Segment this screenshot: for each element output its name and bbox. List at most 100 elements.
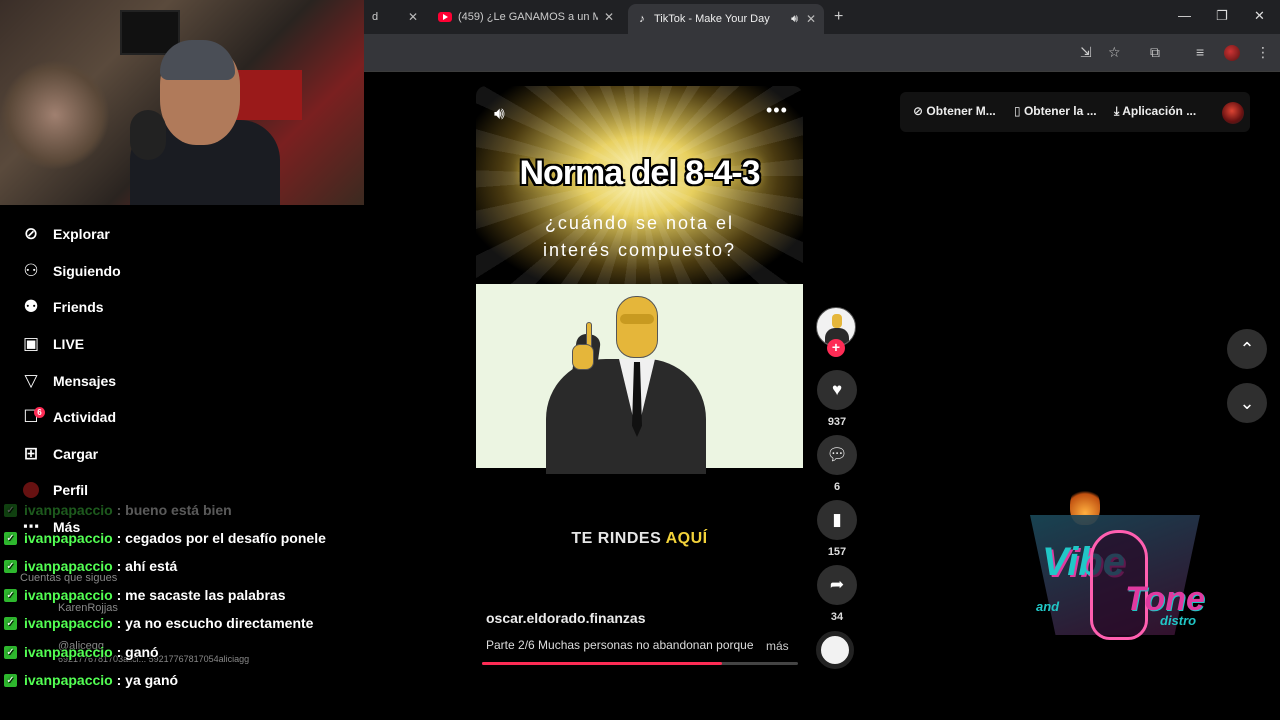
sidebar-item-live[interactable]: ▣ LIVE [20,329,84,359]
check-icon: ✓ [4,503,17,517]
tab-tiktok[interactable]: ♪ TikTok - Make Your Day 🔊︎ ✕ [628,4,824,34]
install-icon[interactable]: ⇲ [1080,44,1092,61]
tab-close-icon[interactable]: ✕ [408,10,418,24]
sidebar-item-label: Actividad [53,409,117,425]
tab-close-icon[interactable]: ✕ [604,10,614,24]
chat-message: ✓ ivanpapaccio : cegados por el desafío … [4,527,326,549]
stream-logo: Vibe Tone and distro [1030,485,1210,670]
sidebar-item-label: Cargar [53,446,99,462]
get-app-button[interactable]: ▯ Obtener la ... [1014,104,1097,118]
video-player[interactable]: 🔊︎ ••• Norma del 8-4-3 ¿cuándo se nota e… [476,86,803,668]
sidebar-item-cargar[interactable]: ⊞ Cargar [20,439,98,469]
music-disc-icon[interactable] [816,631,854,669]
bookmark-star-icon[interactable]: ☆ [1108,44,1121,61]
following-icon: ⚇ [23,261,39,280]
check-icon: ✓ [4,588,17,602]
media-control-icon[interactable]: ≡ [1196,44,1204,60]
button-label: Obtener M... [926,104,996,118]
user-avatar[interactable] [1222,102,1244,124]
profile-avatar [20,479,42,501]
chat-text: cegados por el desafío ponele [125,530,326,546]
comment-count: 6 [833,481,841,493]
chat-text: ya no escucho directamente [125,615,314,631]
tab-title: TikTok - Make Your Day [654,13,770,25]
chat-username: ivanpapaccio [24,530,113,546]
get-coins-button[interactable]: ⊘ Obtener M... [913,104,996,118]
chat-text: me sacaste las palabras [125,587,286,603]
notification-badge: 6 [34,407,45,418]
check-icon: ✓ [4,645,17,659]
sidebar-item-label: Perfil [53,482,89,498]
chat-message: ✓ ivanpapaccio : ganó [4,641,159,663]
video-subtitle: ¿cuándo se nota el interés compuesto? [476,210,803,264]
sidebar-item-siguiendo[interactable]: ⚇ Siguiendo [20,256,120,286]
chat-message: ✓ ivanpapaccio : bueno está bien [4,499,232,521]
description-more-link[interactable]: más [766,639,789,653]
next-video-button[interactable]: ⌄ [1227,383,1267,423]
video-progress-bar[interactable] [482,662,798,665]
speaker-icon[interactable]: 🔊︎ [791,13,798,26]
video-progress-fill [482,662,723,665]
coin-icon: ⊘ [913,104,924,118]
follow-button[interactable]: + [827,339,845,357]
menu-kebab-icon[interactable]: ⋮ [1256,44,1270,61]
youtube-icon [438,12,452,22]
sidebar-item-mensajes[interactable]: ▽ Mensajes [20,366,116,396]
comment-action: 💬︎ 6 [816,435,858,493]
friends-icon: ⚉ [23,297,39,316]
volume-icon[interactable]: 🔊︎ [494,104,505,124]
chat-username: ivanpapaccio [24,672,113,688]
chat-message: ✓ ivanpapaccio : me sacaste las palabras [4,584,286,606]
caption-highlight: AQUÍ [665,530,708,547]
sidebar-item-label: Explorar [53,226,110,242]
sidebar-item-actividad[interactable]: ☐ 6 Actividad [20,402,116,432]
close-window-button[interactable]: ✕ [1254,8,1265,24]
save-action: ▮ 157 [816,500,858,558]
video-more-options-icon[interactable]: ••• [766,100,788,121]
tab-close-icon[interactable]: ✕ [806,12,816,26]
chat-text: ahí está [125,558,178,574]
chevron-up-icon: ⌃ [1239,338,1255,359]
phone-icon: ▯ [1014,104,1021,118]
figure-hand [572,344,594,370]
share-action: ➦ 34 [816,565,858,623]
chat-username: ivanpapaccio [24,587,113,603]
caption-text: TE RINDES [571,530,662,547]
video-subtitle-line: ¿cuándo se nota el [544,213,735,233]
tiktok-icon: ♪ [639,13,645,25]
button-label: Obtener la ... [1023,104,1097,118]
heart-icon[interactable]: ♥ [817,370,857,410]
tab-youtube[interactable]: (459) ¿Le GANAMOS a un MILA ✕ [430,4,622,30]
previous-video-button[interactable]: ⌃ [1227,329,1267,369]
maximize-button[interactable]: ❐ [1216,8,1228,24]
tab-previous[interactable]: d ✕ [364,4,426,30]
figure-visor [620,314,654,324]
webcam-overlay [0,0,364,205]
video-illustration [476,284,803,474]
video-username[interactable]: oscar.eldorado.finanzas [486,610,646,626]
lamp [0,60,110,170]
activity-icon: ☐ 6 [20,406,45,428]
figure-head [616,296,658,358]
profile-avatar[interactable] [1224,45,1240,61]
extensions-icon[interactable]: ⧉ [1150,44,1160,61]
tab-title: (459) ¿Le GANAMOS a un MILA [458,11,598,23]
desktop-app-button[interactable]: ⤓ Aplicación ... [1114,104,1196,119]
sidebar-item-friends[interactable]: ⚉ Friends [20,292,103,322]
bookmark-icon[interactable]: ▮ [817,500,857,540]
video-caption: TE RINDES AQUÍ [476,530,803,548]
share-icon[interactable]: ➦ [817,565,857,605]
chat-username: ivanpapaccio [24,644,113,660]
new-tab-button[interactable]: + [834,8,843,26]
video-subtitle-line: interés compuesto? [542,240,737,260]
messages-icon: ▽ [24,371,38,390]
minimize-button[interactable]: — [1178,8,1191,23]
comment-icon[interactable]: 💬︎ [817,435,857,475]
button-label: Aplicación ... [1122,104,1197,118]
sidebar-item-explorar[interactable]: ⊘ Explorar [20,219,110,249]
check-icon: ✓ [4,616,17,630]
upload-icon: ⊞ [23,444,39,463]
like-action: ♥ 937 [816,370,858,428]
sidebar-item-label: Mensajes [53,373,117,389]
video-title: Norma del 8-4-3 [519,154,760,192]
